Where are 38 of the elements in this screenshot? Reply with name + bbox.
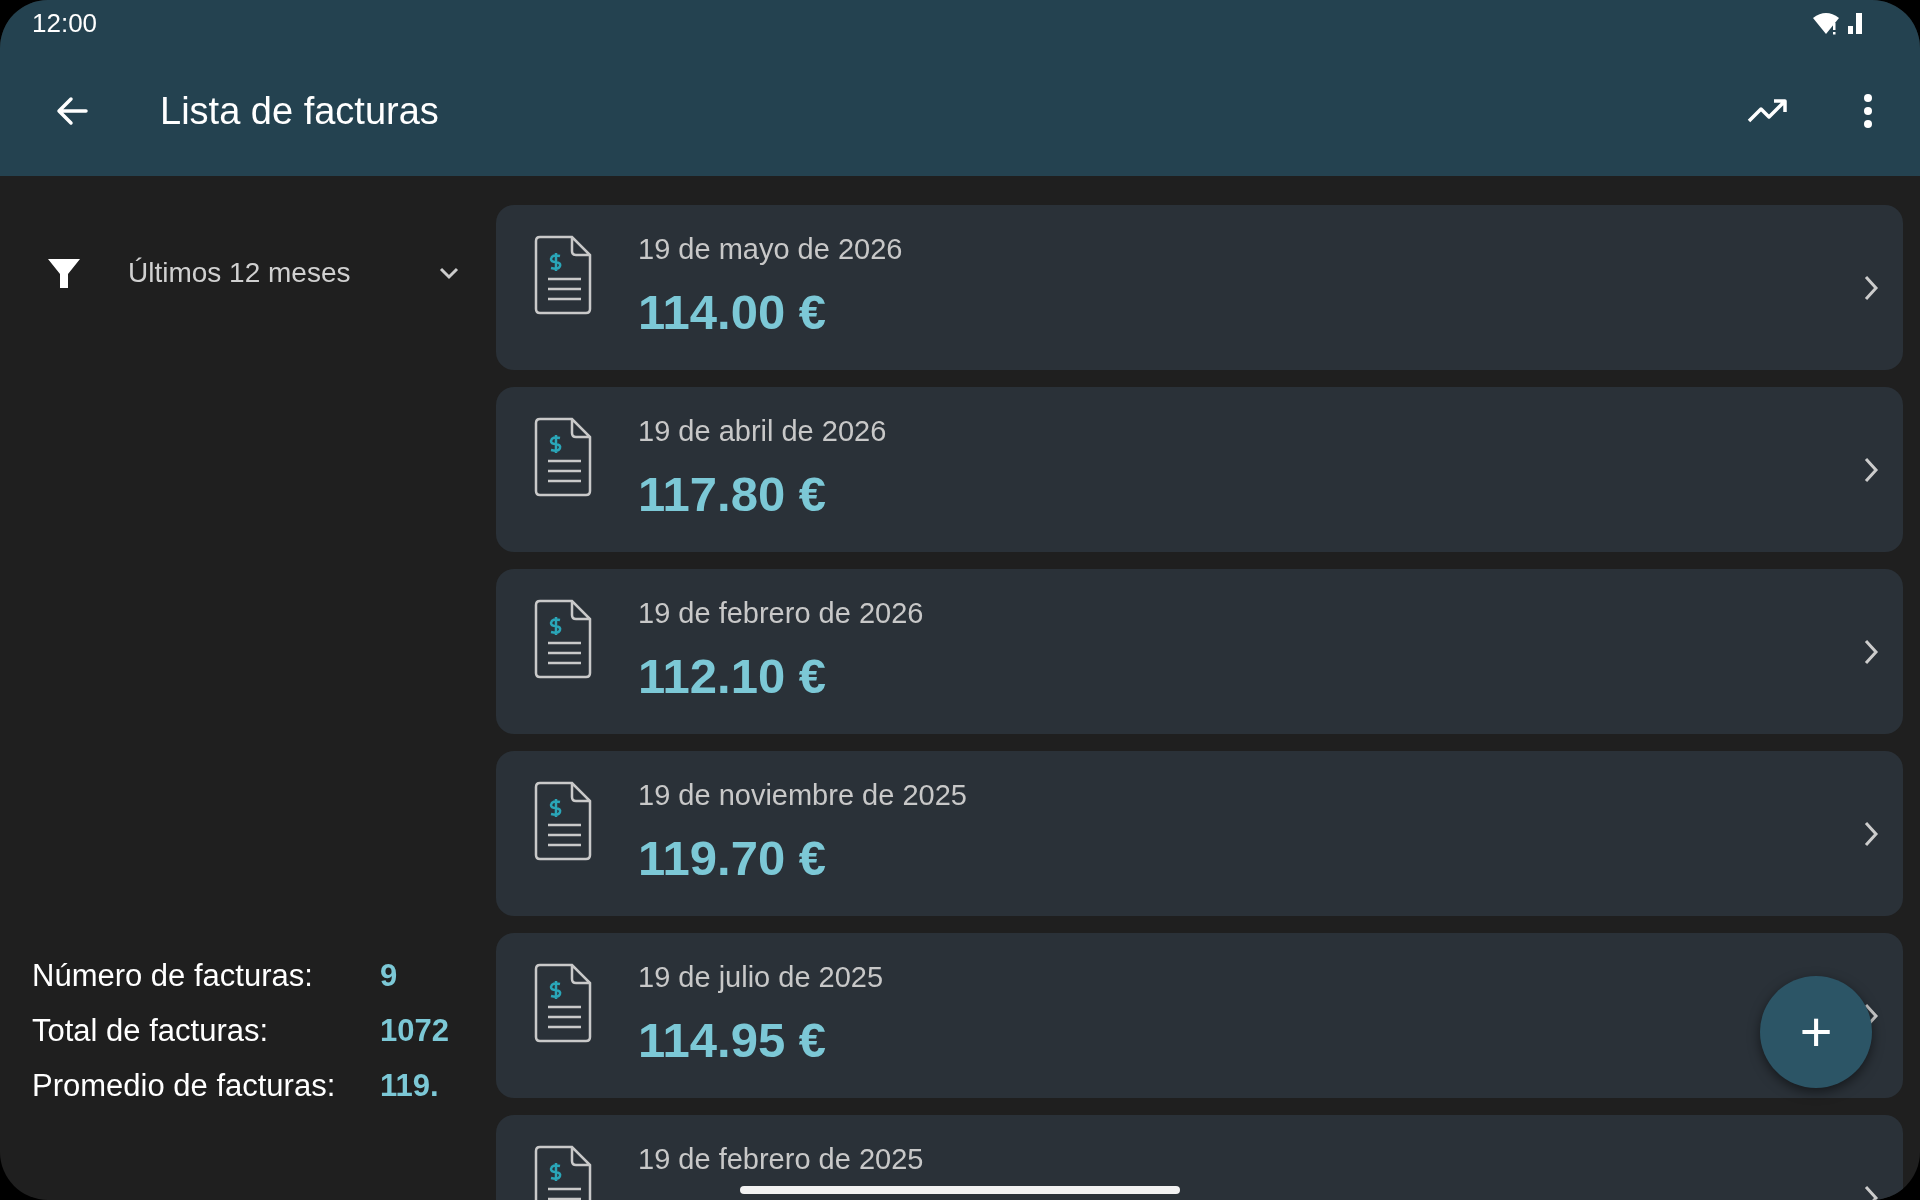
chevron-right-icon: [1863, 637, 1879, 666]
stat-label: Total de facturas:: [32, 1013, 270, 1049]
invoice-document-icon: [534, 781, 594, 861]
signal-icon: [1846, 11, 1864, 35]
wifi-icon: [1812, 11, 1840, 35]
chevron-right-icon: [1863, 819, 1879, 848]
invoice-date: 19 de febrero de 2025: [638, 1143, 924, 1176]
stat-label: Promedio de facturas:: [32, 1068, 337, 1104]
invoice-card[interactable]: 19 de febrero de 2026 112.10 €: [496, 569, 1903, 734]
clock-time: 12:00: [32, 7, 98, 39]
caret-icon: [438, 266, 460, 280]
invoice-amount: 112.10 €: [638, 648, 827, 704]
invoice-document-icon: [534, 963, 594, 1043]
invoice-document-icon: [534, 417, 594, 497]
invoice-amount: 114.00 €: [638, 284, 827, 340]
invoice-card[interactable]: 19 de mayo de 2026 114.00 €: [496, 205, 1903, 370]
stat-value: 9: [380, 958, 398, 994]
invoice-card[interactable]: 19 de abril de 2026 117.80 €: [496, 387, 1903, 552]
invoice-amount: 117.80 €: [638, 466, 827, 522]
invoice-date: 19 de julio de 2025: [638, 961, 884, 994]
invoice-date: 19 de febrero de 2026: [638, 597, 924, 630]
screen-title: Lista de facturas: [160, 89, 439, 133]
invoice-date: 19 de mayo de 2026: [638, 233, 903, 266]
invoice-amount: 114.95 €: [638, 1012, 827, 1068]
more-menu-icon[interactable]: [1862, 93, 1874, 129]
period-filter-dropdown[interactable]: Últimos 12 meses: [46, 246, 466, 300]
stat-label: Número de facturas:: [32, 958, 314, 994]
invoice-card[interactable]: 19 de noviembre de 2025 119.70 €: [496, 751, 1903, 916]
invoice-date: 19 de noviembre de 2025: [638, 779, 967, 812]
stat-value: 1072: [380, 1013, 449, 1049]
stat-value: 119.: [380, 1068, 439, 1104]
chevron-right-icon: [1863, 455, 1879, 484]
invoice-document-icon: [534, 235, 594, 315]
invoice-document-icon: [534, 599, 594, 679]
chevron-right-icon: [1863, 273, 1879, 302]
invoice-card[interactable]: 19 de febrero de 2025: [496, 1115, 1903, 1200]
invoice-date: 19 de abril de 2026: [638, 415, 887, 448]
invoice-amount: 119.70 €: [638, 830, 827, 886]
